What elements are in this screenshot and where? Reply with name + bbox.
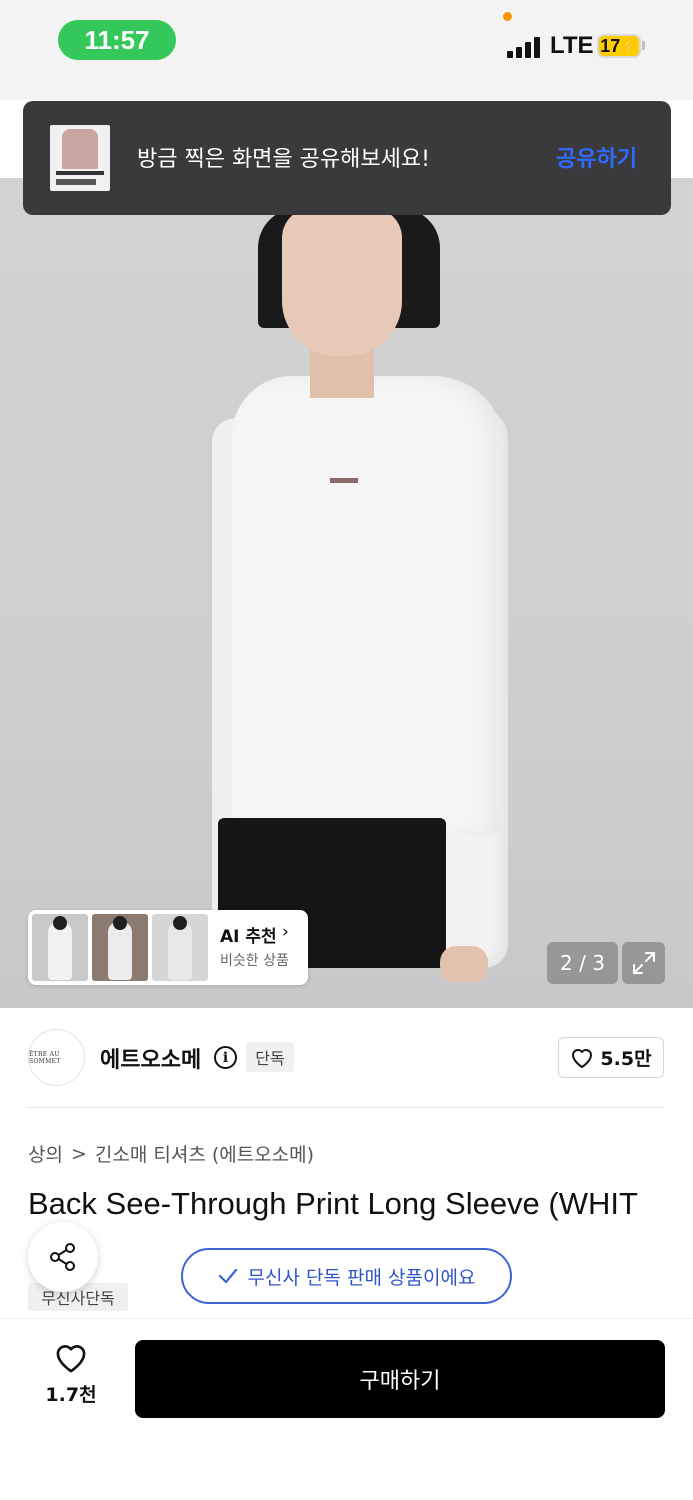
share-icon <box>50 1243 75 1271</box>
ai-recommend-subtitle: 비슷한 상품 <box>220 953 289 969</box>
status-bar: 11:57 LTE 17 ⚡ <box>0 0 693 100</box>
status-time: 11:57 <box>58 20 176 60</box>
expand-icon <box>632 952 655 974</box>
exclusive-badge: 단독 <box>246 1042 294 1072</box>
breadcrumb-item-subcategory[interactable]: 긴소매 티셔츠 (에트오소메) <box>95 1140 314 1167</box>
exclusive-sale-text: 무신사 단독 판매 상품이에요 <box>247 1266 476 1289</box>
heart-icon <box>572 1048 593 1068</box>
brand-name[interactable]: 에트오소메 <box>100 1042 201 1074</box>
breadcrumb-separator: > <box>70 1142 87 1165</box>
image-counter: 2 / 3 <box>547 942 618 984</box>
section-divider <box>28 1107 665 1108</box>
ai-recommend-card[interactable]: AI 추천 › 비슷한 상품 <box>28 910 308 985</box>
ai-recommend-thumb-1[interactable] <box>32 914 88 981</box>
product-title: Back See-Through Print Long Sleeve (WHIT <box>28 1186 638 1221</box>
toast-message: 방금 찍은 화면을 공유해보세요! <box>137 147 430 172</box>
charging-bolt-icon: ⚡ <box>620 37 638 54</box>
expand-image-button[interactable] <box>622 942 665 984</box>
network-type: LTE <box>550 32 594 59</box>
brand-like-button[interactable]: 5.5만 <box>558 1037 664 1078</box>
brand-logo-text: ÊTRE AU SOMMET <box>29 1050 61 1065</box>
product-image[interactable] <box>0 178 693 1008</box>
exclusive-sale-pill[interactable]: 무신사 단독 판매 상품이에요 <box>181 1248 512 1304</box>
battery-tip <box>642 41 645 50</box>
buy-button[interactable]: 구매하기 <box>135 1340 665 1418</box>
share-button[interactable]: 공유하기 <box>556 141 637 173</box>
product-like-count: 1.7천 <box>45 1384 97 1406</box>
brand-like-count: 5.5만 <box>600 1048 652 1070</box>
signal-icon <box>507 36 541 58</box>
ai-recommend-title: AI 추천 <box>220 927 277 947</box>
share-floating-button[interactable] <box>28 1222 98 1292</box>
model-illustration-hand <box>440 946 488 982</box>
battery-level: 17 <box>600 35 621 56</box>
info-icon[interactable]: i <box>214 1046 237 1069</box>
heart-icon <box>56 1345 86 1373</box>
brand-logo[interactable]: ÊTRE AU SOMMET <box>28 1029 85 1086</box>
privacy-indicator-dot <box>503 12 512 21</box>
ai-recommend-thumb-2[interactable] <box>92 914 148 981</box>
chevron-right-icon: › <box>282 922 289 942</box>
ai-recommend-thumb-3[interactable] <box>152 914 208 981</box>
model-illustration-logo <box>330 478 358 483</box>
breadcrumb: 상의 > 긴소매 티셔츠 (에트오소메) <box>28 1140 314 1167</box>
model-illustration-shirt <box>232 376 504 836</box>
breadcrumb-item-category[interactable]: 상의 <box>28 1140 63 1167</box>
model-illustration-face <box>282 208 402 356</box>
check-icon <box>218 1268 237 1284</box>
product-like-button[interactable]: 1.7천 <box>30 1342 112 1414</box>
battery-icon: 17 ⚡ <box>597 34 641 58</box>
screenshot-thumbnail[interactable] <box>50 125 110 191</box>
share-screenshot-toast: 방금 찍은 화면을 공유해보세요! 공유하기 <box>23 101 671 215</box>
